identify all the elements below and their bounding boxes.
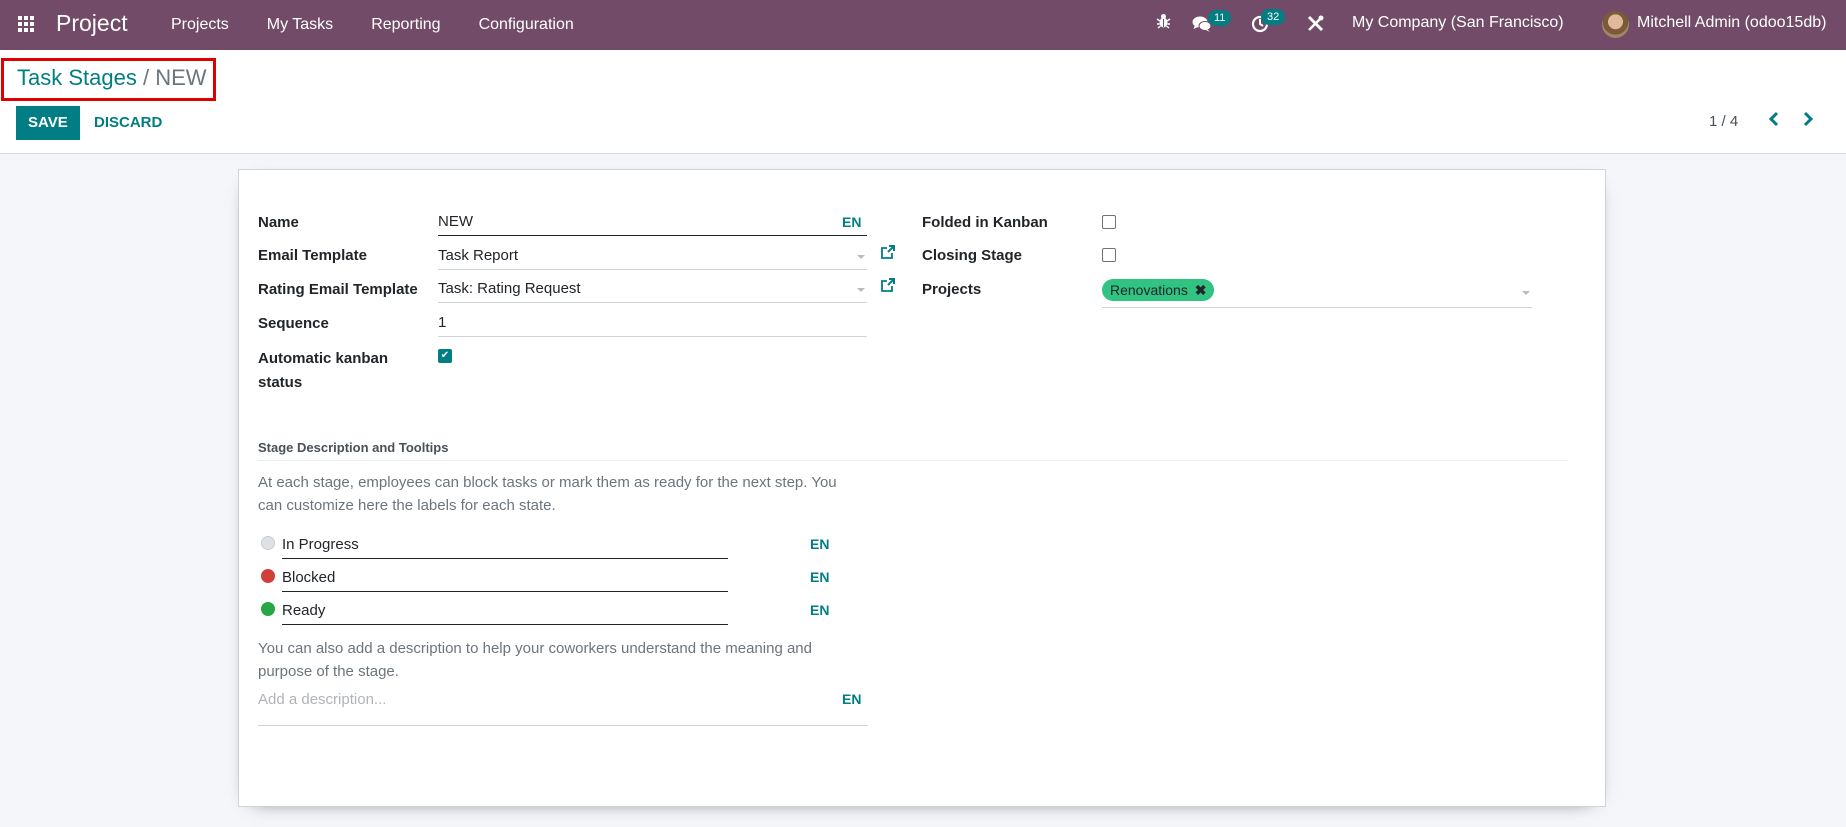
pager-next-button[interactable] <box>1802 110 1814 133</box>
stage-help-line2: can customize here the labels for each s… <box>258 497 556 514</box>
bug-icon[interactable] <box>1156 13 1171 34</box>
control-panel: Task Stages / NEW SAVE DISCARD 1 / 4 <box>0 50 1846 154</box>
top-navbar: Project Projects My Tasks Reporting Conf… <box>0 0 1846 50</box>
breadcrumb-current: NEW <box>155 65 207 90</box>
menu-configuration[interactable]: Configuration <box>479 16 574 34</box>
pager-value[interactable]: 1 / 4 <box>1709 113 1738 130</box>
app-title[interactable]: Project <box>56 10 128 37</box>
menu-reporting[interactable]: Reporting <box>371 16 440 34</box>
rating-template-label: Rating Email Template <box>258 281 418 298</box>
discard-button[interactable]: DISCARD <box>84 106 172 140</box>
project-tag-label: Renovations <box>1110 282 1188 298</box>
state-normal-icon <box>261 536 275 550</box>
name-translate-button[interactable]: EN <box>842 214 861 230</box>
chevron-right-icon <box>1803 111 1814 127</box>
auto-kanban-label-line2: status <box>258 374 303 391</box>
state-blocked-icon <box>261 569 275 583</box>
sequence-label: Sequence <box>258 315 329 332</box>
folded-checkbox[interactable] <box>1102 215 1116 229</box>
stage-help-line1: At each stage, employees can block tasks… <box>258 474 837 491</box>
name-label: Name <box>258 214 299 231</box>
stage-help-text: At each stage, employees can block tasks… <box>258 471 837 517</box>
state-in-progress-input[interactable]: In Progress <box>282 531 728 559</box>
chevron-left-icon <box>1768 111 1779 127</box>
name-value: NEW <box>438 213 473 230</box>
company-switcher[interactable]: My Company (San Francisco) <box>1352 14 1564 32</box>
apps-grid-icon[interactable] <box>18 16 36 32</box>
external-link-icon[interactable] <box>880 277 896 298</box>
activities-count-badge: 32 <box>1261 9 1286 25</box>
section-title: Stage Description and Tooltips <box>258 440 449 455</box>
state-ready-value: Ready <box>282 602 326 619</box>
name-input[interactable]: NEW <box>438 208 867 236</box>
menu-projects[interactable]: Projects <box>171 16 229 34</box>
user-menu[interactable]: Mitchell Admin (odoo15db) <box>1637 14 1826 32</box>
breadcrumb-separator: / <box>142 65 150 90</box>
state-in-progress-value: In Progress <box>282 536 359 553</box>
state-ready-icon <box>261 602 275 616</box>
main-menu: Projects My Tasks Reporting Configuratio… <box>171 0 612 50</box>
description-textarea[interactable]: Add a description... <box>258 688 868 726</box>
state-blocked-translate[interactable]: EN <box>810 569 829 585</box>
form-sheet: Name NEW EN Email Template Task Report R… <box>238 169 1606 807</box>
menu-my-tasks[interactable]: My Tasks <box>267 16 333 34</box>
projects-label: Projects <box>922 281 982 298</box>
description-help-line2: purpose of the stage. <box>258 663 399 680</box>
state-in-progress-translate[interactable]: EN <box>810 536 829 552</box>
rating-template-value: Task: Rating Request <box>438 280 581 297</box>
closing-stage-label: Closing Stage <box>922 247 1023 264</box>
auto-kanban-checkbox[interactable]: ✔ <box>438 349 452 363</box>
sequence-value: 1 <box>438 314 447 331</box>
state-blocked-value: Blocked <box>282 569 336 586</box>
description-help-line1: You can also add a description to help y… <box>258 640 812 657</box>
state-ready-translate[interactable]: EN <box>810 602 829 618</box>
section-divider <box>258 460 1568 461</box>
description-help-text: You can also add a description to help y… <box>258 637 812 683</box>
description-translate-button[interactable]: EN <box>842 691 861 707</box>
remove-tag-icon[interactable]: ✖ <box>1195 282 1207 298</box>
auto-kanban-label-line1: Automatic kanban <box>258 350 389 367</box>
save-button[interactable]: SAVE <box>16 106 80 140</box>
description-placeholder: Add a description... <box>258 691 387 708</box>
email-template-value: Task Report <box>438 247 519 264</box>
auto-kanban-label: Automatic kanban status <box>258 347 388 395</box>
closing-stage-checkbox[interactable] <box>1102 248 1116 262</box>
sequence-input[interactable]: 1 <box>438 309 867 337</box>
dropdown-caret-icon <box>857 288 865 292</box>
state-ready-input[interactable]: Ready <box>282 597 728 625</box>
dropdown-caret-icon <box>1522 291 1530 295</box>
email-template-label: Email Template <box>258 247 367 264</box>
email-template-select[interactable]: Task Report <box>438 242 867 270</box>
dropdown-caret-icon <box>857 255 865 259</box>
user-avatar[interactable] <box>1602 11 1629 38</box>
project-tag: Renovations ✖ <box>1102 279 1215 301</box>
tools-icon[interactable] <box>1307 15 1324 36</box>
messages-count-badge: 11 <box>1208 10 1232 26</box>
external-link-icon[interactable] <box>880 244 896 265</box>
breadcrumb-parent[interactable]: Task Stages <box>17 65 137 90</box>
pager-previous-button[interactable] <box>1768 110 1780 133</box>
breadcrumb: Task Stages / NEW <box>17 65 207 91</box>
rating-template-select[interactable]: Task: Rating Request <box>438 275 867 303</box>
state-blocked-input[interactable]: Blocked <box>282 564 728 592</box>
folded-label: Folded in Kanban <box>922 214 1048 231</box>
